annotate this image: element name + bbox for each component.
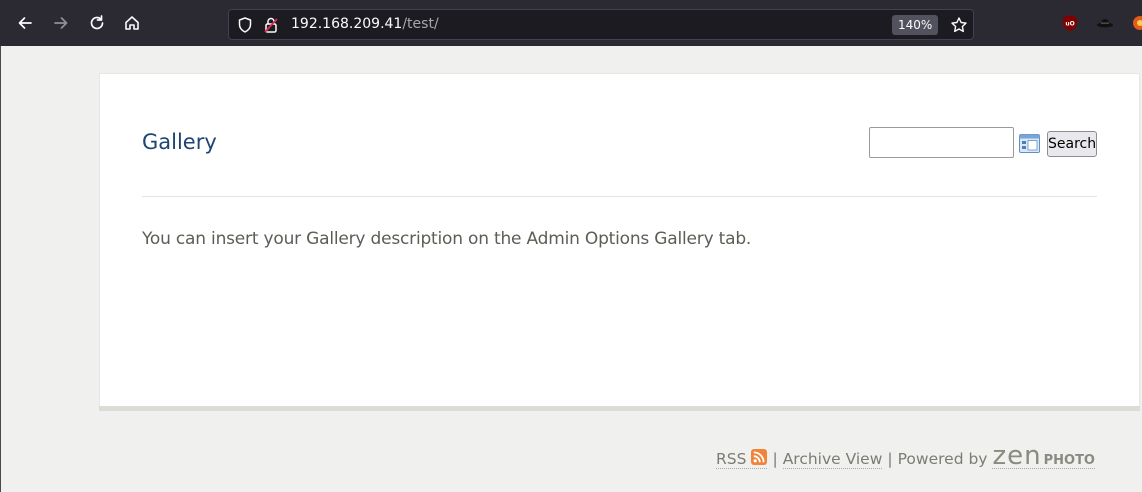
- back-icon: [18, 17, 32, 29]
- reload-icon: [90, 15, 104, 30]
- ublock-icon[interactable]: uO: [1061, 14, 1079, 32]
- url-path: /test/: [402, 16, 439, 32]
- back-button[interactable]: [12, 10, 38, 36]
- powered-by-label: Powered by: [897, 450, 988, 468]
- footer-separator: |: [772, 450, 778, 468]
- rss-link[interactable]: RSS: [716, 448, 768, 469]
- reload-button[interactable]: [84, 10, 110, 36]
- footer-separator: |: [887, 450, 893, 468]
- url-text: 192.168.209.41/test/: [291, 16, 439, 32]
- divider: [142, 196, 1097, 197]
- container-shadow: [99, 406, 1140, 411]
- page-title: Gallery: [142, 130, 217, 154]
- url-bar[interactable]: 192.168.209.41/test/ 140%: [228, 9, 974, 40]
- footer: RSS | Archive View | Powered by zen PHOTO: [716, 441, 1095, 471]
- lock-icon[interactable]: [262, 16, 280, 34]
- extension-icon[interactable]: [1131, 14, 1142, 32]
- zenphoto-logo-zen: zen: [992, 441, 1042, 471]
- forward-icon: [54, 17, 68, 29]
- forward-button[interactable]: [48, 10, 74, 36]
- zenphoto-logo-photo: PHOTO: [1043, 453, 1095, 468]
- browser-toolbar: 192.168.209.41/test/ 140% uO: [0, 0, 1142, 46]
- search-options-icon[interactable]: [1019, 134, 1040, 153]
- svg-text:uO: uO: [1065, 21, 1074, 28]
- zoom-badge[interactable]: 140%: [892, 15, 939, 35]
- extension-icon[interactable]: [1096, 14, 1114, 32]
- page-edge: [0, 46, 1, 492]
- zenphoto-logo-link[interactable]: zen PHOTO: [992, 441, 1095, 471]
- rss-label: RSS: [716, 450, 747, 468]
- home-icon: [125, 16, 139, 30]
- shield-icon[interactable]: [236, 16, 254, 34]
- url-host: 192.168.209.41: [291, 16, 403, 32]
- rss-icon: [751, 449, 768, 465]
- home-button[interactable]: [119, 10, 145, 36]
- archive-view-link[interactable]: Archive View: [782, 450, 883, 469]
- star-icon[interactable]: [950, 16, 968, 34]
- gallery-description: You can insert your Gallery description …: [142, 229, 752, 249]
- search-input[interactable]: [869, 127, 1014, 158]
- search-button[interactable]: Search: [1047, 131, 1097, 157]
